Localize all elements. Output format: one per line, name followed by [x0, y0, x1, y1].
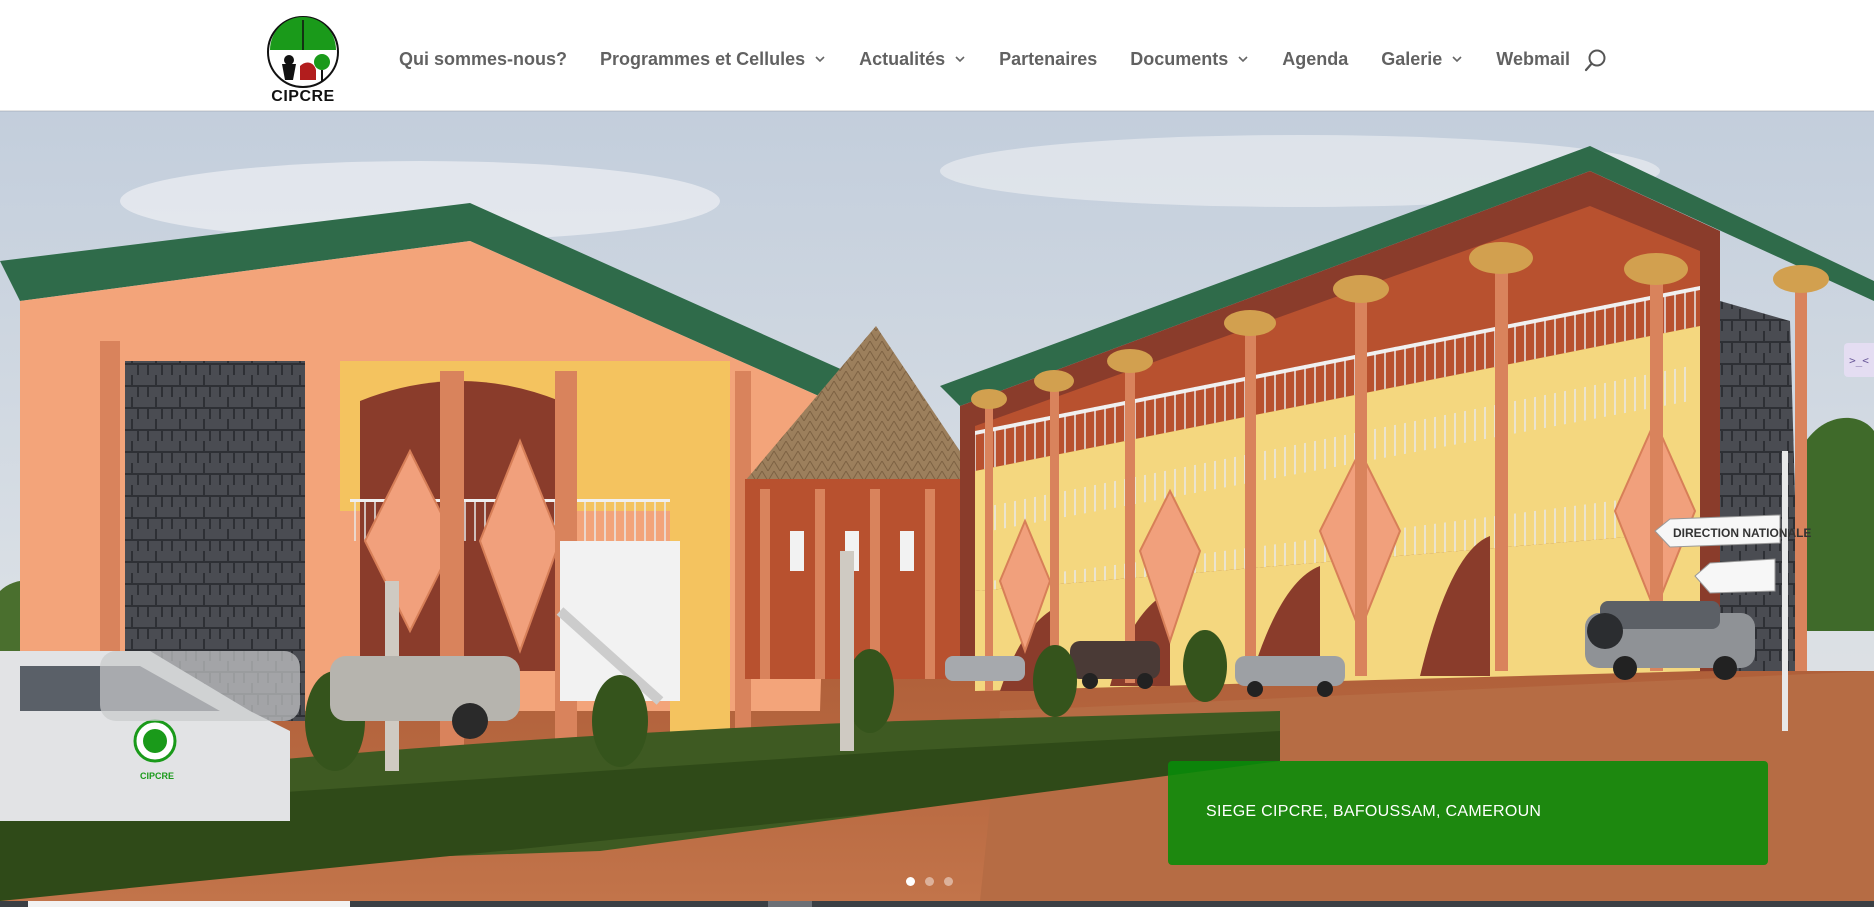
vehicle-badge-text: CIPCRE	[140, 771, 174, 781]
nav-item-label: Programmes et Cellules	[600, 48, 806, 69]
nav-item-label: Webmail	[1496, 48, 1570, 69]
nav-item-actualites[interactable]: Actualités	[859, 49, 966, 70]
cipcre-logo[interactable]: CIPCRE	[262, 14, 344, 106]
slider-dot-1[interactable]	[906, 877, 915, 886]
site-header: CIPCRE Qui sommes-nous? Programmes et Ce…	[0, 0, 1874, 111]
nav-item-documents[interactable]: Documents	[1130, 49, 1249, 70]
chevron-down-icon	[955, 56, 965, 63]
nav-item-agenda[interactable]: Agenda	[1282, 49, 1348, 70]
nav-item-label: Agenda	[1282, 48, 1349, 69]
slide-caption-text: SIEGE CIPCRE, BAFOUSSAM, CAMEROUN	[1206, 803, 1542, 820]
nav-item-label: Galerie	[1381, 48, 1443, 69]
nav-item-webmail[interactable]: Webmail	[1496, 49, 1570, 70]
logo-text: CIPCRE	[271, 88, 335, 105]
nav-item-galerie[interactable]: Galerie	[1381, 49, 1463, 70]
hero-slider: DIRECTION NATIONALE CIPCRE SIEGE CIPCRE,…	[0, 111, 1874, 901]
nav-item-label: Actualités	[859, 48, 946, 69]
slider-dot-2[interactable]	[925, 877, 934, 886]
nav-item-programmes-et-cellules[interactable]: Programmes et Cellules	[600, 49, 826, 70]
bottom-strip-mid-segment	[768, 901, 812, 907]
slider-dot-3[interactable]	[944, 877, 953, 886]
chevron-down-icon	[1452, 56, 1462, 63]
nav-item-label: Qui sommes-nous?	[399, 48, 568, 69]
logo-emblem	[267, 16, 339, 88]
nav-item-partenaires[interactable]: Partenaires	[999, 49, 1097, 70]
bottom-strip-light-segment	[28, 901, 350, 907]
nav-item-qui-sommes-nous[interactable]: Qui sommes-nous?	[399, 49, 567, 70]
signpost-text: DIRECTION NATIONALE	[1673, 526, 1811, 540]
nav-item-label: Partenaires	[999, 48, 1098, 69]
main-nav: Qui sommes-nous? Programmes et Cellules …	[399, 46, 1603, 72]
search-icon[interactable]	[1584, 48, 1608, 74]
nav-item-label: Documents	[1130, 48, 1229, 69]
collapse-icon: >_<	[1849, 353, 1869, 367]
slider-pagination	[906, 877, 953, 886]
side-panel-toggle[interactable]: >_<	[1844, 343, 1874, 377]
chevron-down-icon	[815, 56, 825, 63]
chevron-down-icon	[1238, 56, 1248, 63]
bottom-strip	[0, 901, 1874, 907]
slide-caption: SIEGE CIPCRE, BAFOUSSAM, CAMEROUN	[1168, 761, 1768, 865]
